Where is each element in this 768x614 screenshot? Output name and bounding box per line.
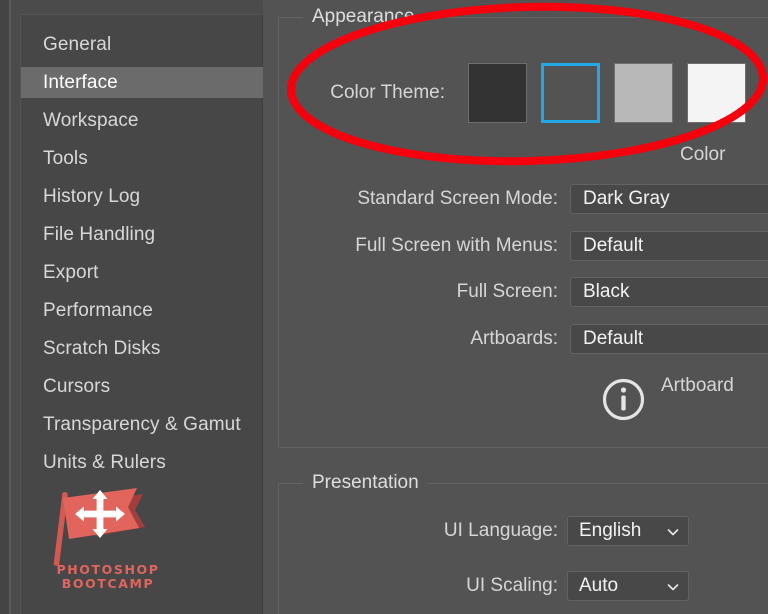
color-theme-swatch-darkest[interactable] xyxy=(468,63,527,123)
appearance-group-title: Appearance xyxy=(303,7,424,27)
flag-icon xyxy=(53,488,145,566)
sidebar-item-general[interactable]: General xyxy=(21,29,264,60)
color-theme-swatch-light[interactable] xyxy=(614,63,673,123)
sidebar-item-performance[interactable]: Performance xyxy=(21,295,264,326)
color-theme-swatch-lightest[interactable] xyxy=(687,63,746,123)
preferences-dialog: General Interface Workspace Tools History Lo… xyxy=(0,0,768,614)
sidebar-item-workspace[interactable]: Workspace xyxy=(21,105,264,136)
appearance-row-dropdown[interactable]: Black xyxy=(570,277,768,307)
sidebar-item-export[interactable]: Export xyxy=(21,257,264,288)
appearance-row-dropdown[interactable]: Dark Gray xyxy=(570,184,768,214)
logo-line-2: BOOTCAMP xyxy=(61,575,155,591)
appearance-row-label: Full Screen: xyxy=(456,281,558,302)
appearance-row-label: Artboards: xyxy=(470,328,558,349)
color-theme-label: Color Theme: xyxy=(330,82,445,103)
sidebar-item-units-rulers[interactable]: Units & Rulers xyxy=(21,447,264,478)
preferences-sidebar: General Interface Workspace Tools History Lo… xyxy=(11,0,264,614)
sidebar-item-interface[interactable]: Interface xyxy=(21,67,264,98)
presentation-row-dropdown[interactable]: English xyxy=(567,516,689,546)
sidebar-item-transparency-gamut[interactable]: Transparency & Gamut xyxy=(21,409,264,440)
logo-text: PHOTOSHOP BOOTCAMP xyxy=(53,563,163,590)
presentation-row-label: UI Scaling: xyxy=(466,575,558,596)
sidebar-item-cursors[interactable]: Cursors xyxy=(21,371,264,402)
color-theme-swatch-dark[interactable] xyxy=(541,63,600,123)
presentation-row-label: UI Language: xyxy=(443,520,558,541)
preferences-content: Appearance Color Theme: Color Standard S… xyxy=(263,0,768,614)
appearance-row-dropdown[interactable]: Default xyxy=(570,231,768,261)
sidebar-item-tools[interactable]: Tools xyxy=(21,143,264,174)
info-circle-icon[interactable] xyxy=(601,377,646,422)
logo-line-1: PHOTOSHOP xyxy=(56,562,160,577)
sidebar-item-file-handling[interactable]: File Handling xyxy=(21,219,264,250)
artboard-info-note: Artboard xyxy=(661,375,734,396)
chevron-down-icon xyxy=(667,584,679,591)
appearance-row-label: Standard Screen Mode: xyxy=(357,188,558,209)
dialog-left-edge xyxy=(0,0,9,614)
photoshop-bootcamp-logo: PHOTOSHOP BOOTCAMP xyxy=(39,484,164,600)
chevron-down-icon xyxy=(667,529,679,536)
dropdown-value: English xyxy=(579,520,642,541)
presentation-row-dropdown[interactable]: Auto xyxy=(567,571,689,601)
color-column-header: Color xyxy=(680,144,726,165)
presentation-group-title: Presentation xyxy=(303,473,428,493)
appearance-row-dropdown[interactable]: Default xyxy=(570,324,768,354)
dropdown-value: Auto xyxy=(579,575,619,596)
sidebar-item-scratch-disks[interactable]: Scratch Disks xyxy=(21,333,264,364)
appearance-row-label: Full Screen with Menus: xyxy=(355,235,558,256)
sidebar-item-history-log[interactable]: History Log xyxy=(21,181,264,212)
